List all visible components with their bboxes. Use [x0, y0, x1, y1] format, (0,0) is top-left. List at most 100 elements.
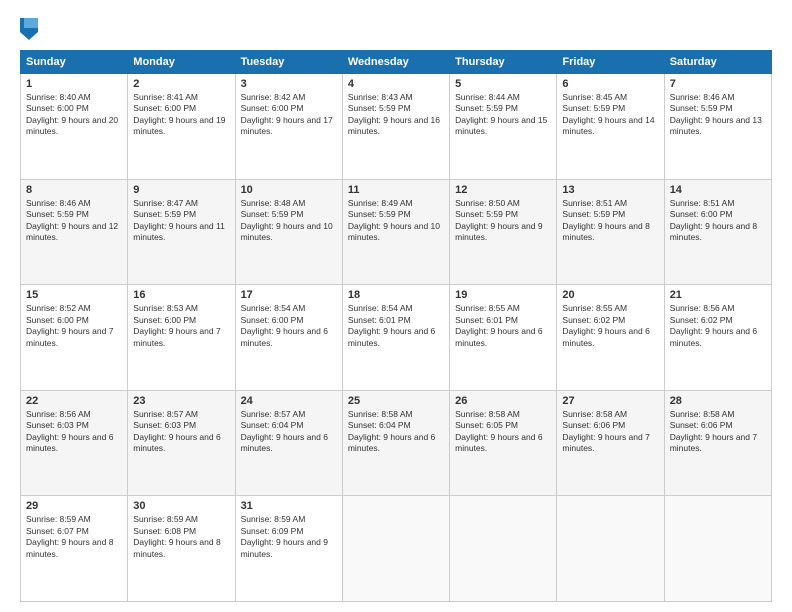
day-cell: 8Sunrise: 8:46 AM Sunset: 5:59 PM Daylig… [21, 179, 128, 285]
day-number: 27 [562, 395, 658, 407]
day-info: Sunrise: 8:50 AM Sunset: 5:59 PM Dayligh… [455, 198, 551, 244]
week-row-4: 22 Sunrise: 8:56 AM Sunset: 6:03 PM Dayli… [21, 390, 772, 496]
day-number: 11 [348, 184, 444, 196]
day-cell: 15 Sunrise: 8:52 AM Sunset: 6:00 PM Dayli… [21, 285, 128, 391]
day-cell: 14 Sunrise: 8:51 AM Sunset: 6:00 PM Dayli… [664, 179, 771, 285]
day-info: Sunrise: 8:45 AM Sunset: 5:59 PM Dayligh… [562, 92, 658, 138]
day-cell: 5 Sunrise: 8:44 AM Sunset: 5:59 PM Daylig… [450, 74, 557, 180]
day-cell: 25 Sunrise: 8:58 AM Sunset: 6:04 PM Dayli… [342, 390, 449, 496]
day-number: 6 [562, 78, 658, 90]
week-row-3: 15 Sunrise: 8:52 AM Sunset: 6:00 PM Dayli… [21, 285, 772, 391]
day-info: Sunrise: 8:58 AM Sunset: 6:05 PM Dayligh… [455, 409, 551, 455]
day-number: 24 [241, 395, 337, 407]
day-number: 12 [455, 184, 551, 196]
day-info: Sunrise: 8:44 AM Sunset: 5:59 PM Dayligh… [455, 92, 551, 138]
day-cell: 20 Sunrise: 8:55 AM Sunset: 6:02 PM Dayli… [557, 285, 664, 391]
day-cell: 19Sunrise: 8:55 AM Sunset: 6:01 PM Dayli… [450, 285, 557, 391]
day-number: 5 [455, 78, 551, 90]
day-cell: 26Sunrise: 8:58 AM Sunset: 6:05 PM Dayli… [450, 390, 557, 496]
day-cell: 29 Sunrise: 8:59 AM Sunset: 6:07 PM Dayli… [21, 496, 128, 602]
day-info: Sunrise: 8:41 AM Sunset: 6:00 PM Dayligh… [133, 92, 229, 138]
day-cell [664, 496, 771, 602]
day-info: Sunrise: 8:52 AM Sunset: 6:00 PM Dayligh… [26, 303, 122, 349]
day-cell: 3Sunrise: 8:42 AM Sunset: 6:00 PM Daylig… [235, 74, 342, 180]
day-info: Sunrise: 8:51 AM Sunset: 6:00 PM Dayligh… [670, 198, 766, 244]
day-number: 31 [241, 500, 337, 512]
day-number: 14 [670, 184, 766, 196]
day-info: Sunrise: 8:59 AM Sunset: 6:08 PM Dayligh… [133, 514, 229, 560]
header-friday: Friday [557, 51, 664, 74]
day-info: Sunrise: 8:47 AM Sunset: 5:59 PM Dayligh… [133, 198, 229, 244]
day-number: 7 [670, 78, 766, 90]
day-cell: 17 Sunrise: 8:54 AM Sunset: 6:00 PM Dayli… [235, 285, 342, 391]
day-info: Sunrise: 8:55 AM Sunset: 6:02 PM Dayligh… [562, 303, 658, 349]
header-thursday: Thursday [450, 51, 557, 74]
day-number: 29 [26, 500, 122, 512]
calendar-body: 1Sunrise: 8:40 AM Sunset: 6:00 PM Daylig… [21, 74, 772, 602]
day-cell: 2 Sunrise: 8:41 AM Sunset: 6:00 PM Daylig… [128, 74, 235, 180]
day-cell: 9 Sunrise: 8:47 AM Sunset: 5:59 PM Daylig… [128, 179, 235, 285]
day-number: 4 [348, 78, 444, 90]
day-info: Sunrise: 8:58 AM Sunset: 6:04 PM Dayligh… [348, 409, 444, 455]
day-info: Sunrise: 8:43 AM Sunset: 5:59 PM Dayligh… [348, 92, 444, 138]
day-info: Sunrise: 8:54 AM Sunset: 6:01 PM Dayligh… [348, 303, 444, 349]
day-cell: 18Sunrise: 8:54 AM Sunset: 6:01 PM Dayli… [342, 285, 449, 391]
day-number: 17 [241, 289, 337, 301]
day-cell: 4 Sunrise: 8:43 AM Sunset: 5:59 PM Daylig… [342, 74, 449, 180]
day-info: Sunrise: 8:58 AM Sunset: 6:06 PM Dayligh… [670, 409, 766, 455]
calendar-header: SundayMondayTuesdayWednesdayThursdayFrid… [21, 51, 772, 74]
header-monday: Monday [128, 51, 235, 74]
day-info: Sunrise: 8:59 AM Sunset: 6:07 PM Dayligh… [26, 514, 122, 560]
day-number: 16 [133, 289, 229, 301]
day-info: Sunrise: 8:57 AM Sunset: 6:03 PM Dayligh… [133, 409, 229, 455]
day-cell: 22 Sunrise: 8:56 AM Sunset: 6:03 PM Dayli… [21, 390, 128, 496]
day-cell: 6 Sunrise: 8:45 AM Sunset: 5:59 PM Daylig… [557, 74, 664, 180]
day-info: Sunrise: 8:58 AM Sunset: 6:06 PM Dayligh… [562, 409, 658, 455]
day-number: 23 [133, 395, 229, 407]
day-cell: 31Sunrise: 8:59 AM Sunset: 6:09 PM Dayli… [235, 496, 342, 602]
day-info: Sunrise: 8:56 AM Sunset: 6:02 PM Dayligh… [670, 303, 766, 349]
day-info: Sunrise: 8:46 AM Sunset: 5:59 PM Dayligh… [670, 92, 766, 138]
day-info: Sunrise: 8:57 AM Sunset: 6:04 PM Dayligh… [241, 409, 337, 455]
day-number: 28 [670, 395, 766, 407]
day-cell: 28 Sunrise: 8:58 AM Sunset: 6:06 PM Dayli… [664, 390, 771, 496]
day-number: 2 [133, 78, 229, 90]
week-row-1: 1Sunrise: 8:40 AM Sunset: 6:00 PM Daylig… [21, 74, 772, 180]
day-cell: 16 Sunrise: 8:53 AM Sunset: 6:00 PM Dayli… [128, 285, 235, 391]
day-info: Sunrise: 8:48 AM Sunset: 5:59 PM Dayligh… [241, 198, 337, 244]
day-info: Sunrise: 8:51 AM Sunset: 5:59 PM Dayligh… [562, 198, 658, 244]
logo-icon [20, 18, 38, 40]
day-cell [342, 496, 449, 602]
header [20, 18, 772, 40]
page: SundayMondayTuesdayWednesdayThursdayFrid… [0, 0, 792, 612]
calendar: SundayMondayTuesdayWednesdayThursdayFrid… [20, 50, 772, 602]
day-info: Sunrise: 8:53 AM Sunset: 6:00 PM Dayligh… [133, 303, 229, 349]
header-sunday: Sunday [21, 51, 128, 74]
day-cell: 30Sunrise: 8:59 AM Sunset: 6:08 PM Dayli… [128, 496, 235, 602]
day-number: 19 [455, 289, 551, 301]
logo [20, 18, 40, 40]
day-number: 15 [26, 289, 122, 301]
day-cell: 10 Sunrise: 8:48 AM Sunset: 5:59 PM Dayli… [235, 179, 342, 285]
day-number: 20 [562, 289, 658, 301]
day-info: Sunrise: 8:42 AM Sunset: 6:00 PM Dayligh… [241, 92, 337, 138]
day-cell: 13 Sunrise: 8:51 AM Sunset: 5:59 PM Dayli… [557, 179, 664, 285]
day-info: Sunrise: 8:49 AM Sunset: 5:59 PM Dayligh… [348, 198, 444, 244]
day-cell: 12 Sunrise: 8:50 AM Sunset: 5:59 PM Dayli… [450, 179, 557, 285]
day-cell: 7 Sunrise: 8:46 AM Sunset: 5:59 PM Daylig… [664, 74, 771, 180]
day-cell: 27 Sunrise: 8:58 AM Sunset: 6:06 PM Dayli… [557, 390, 664, 496]
day-cell: 24 Sunrise: 8:57 AM Sunset: 6:04 PM Dayli… [235, 390, 342, 496]
day-number: 22 [26, 395, 122, 407]
day-number: 13 [562, 184, 658, 196]
week-row-2: 8Sunrise: 8:46 AM Sunset: 5:59 PM Daylig… [21, 179, 772, 285]
day-info: Sunrise: 8:56 AM Sunset: 6:03 PM Dayligh… [26, 409, 122, 455]
day-info: Sunrise: 8:46 AM Sunset: 5:59 PM Dayligh… [26, 198, 122, 244]
day-cell: 1Sunrise: 8:40 AM Sunset: 6:00 PM Daylig… [21, 74, 128, 180]
day-number: 9 [133, 184, 229, 196]
day-number: 25 [348, 395, 444, 407]
day-number: 10 [241, 184, 337, 196]
day-cell [450, 496, 557, 602]
day-number: 1 [26, 78, 122, 90]
header-row: SundayMondayTuesdayWednesdayThursdayFrid… [21, 51, 772, 74]
day-info: Sunrise: 8:54 AM Sunset: 6:00 PM Dayligh… [241, 303, 337, 349]
